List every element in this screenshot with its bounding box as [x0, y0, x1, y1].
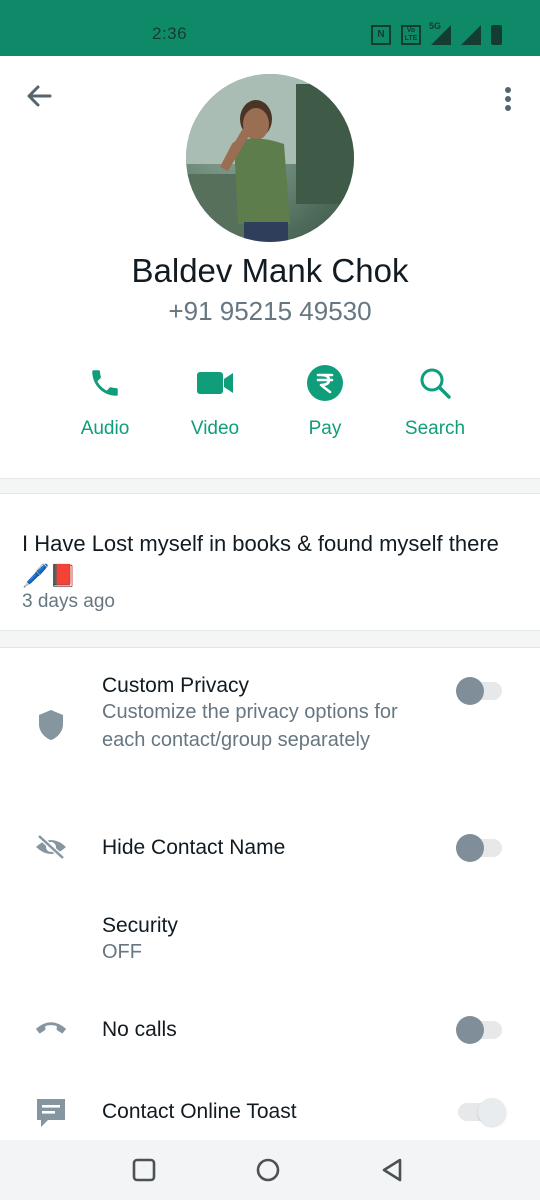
contact-phone: +91 95215 49530 — [168, 296, 372, 326]
hide-contact-name-row[interactable]: Hide Contact Name — [0, 816, 540, 880]
video-camera-icon — [197, 372, 233, 394]
triangle-back-icon — [382, 1158, 402, 1182]
search-icon — [420, 368, 451, 399]
no-calls-title: No calls — [102, 1018, 177, 1041]
message-icon — [34, 1096, 68, 1130]
audio-label: Audio — [80, 418, 130, 439]
contact-online-toast-toggle[interactable] — [458, 1098, 506, 1126]
status-icons: N Vo LTE 5G — [371, 21, 502, 45]
back-button[interactable] — [22, 78, 58, 114]
avatar[interactable] — [186, 74, 354, 242]
search-button[interactable]: Search — [380, 362, 490, 440]
security-row[interactable]: Security OFF — [0, 898, 540, 978]
hide-contact-name-toggle[interactable] — [456, 834, 502, 862]
about-section[interactable]: I Have Lost myself in books & found myse… — [0, 496, 540, 630]
contact-online-toast-row[interactable]: Contact Online Toast — [0, 1080, 540, 1140]
custom-privacy-title: Custom Privacy — [102, 674, 250, 697]
network-label: 5G — [429, 21, 442, 31]
call-end-icon — [34, 1010, 68, 1044]
pay-button[interactable]: Pay — [270, 362, 380, 440]
system-navigation-bar — [0, 1140, 540, 1200]
about-timestamp: 3 days ago — [22, 591, 115, 612]
phone-icon — [92, 370, 118, 396]
search-label: Search — [404, 418, 466, 439]
back-nav-button[interactable] — [378, 1156, 406, 1184]
back-arrow-icon — [27, 85, 52, 107]
custom-privacy-row[interactable]: Custom Privacy Customize the privacy opt… — [0, 648, 540, 798]
video-label: Video — [190, 418, 240, 439]
home-button[interactable] — [254, 1156, 282, 1184]
hide-contact-name-title: Hide Contact Name — [102, 836, 286, 859]
rupee-icon — [307, 365, 343, 401]
quick-actions: Audio Video Pay Search — [50, 362, 490, 440]
status-time: 2:36 — [152, 24, 188, 43]
status-bar: 2:36 N Vo LTE 5G — [0, 0, 540, 56]
signal-5g-icon: 5G — [429, 21, 451, 45]
pay-label: Pay — [308, 418, 342, 439]
contact-name: Baldev Mank Chok — [131, 252, 409, 289]
profile-photo — [186, 74, 354, 242]
square-icon — [132, 1158, 156, 1182]
security-title: Security — [102, 914, 178, 937]
audio-call-button[interactable]: Audio — [50, 362, 160, 440]
contact-settings: Custom Privacy Customize the privacy opt… — [0, 648, 540, 1140]
custom-privacy-subtitle: Customize the privacy options for each c… — [102, 701, 398, 751]
custom-privacy-toggle[interactable] — [456, 677, 502, 705]
about-text: I Have Lost myself in books & found myse… — [22, 531, 499, 588]
more-vertical-icon — [505, 87, 511, 111]
recents-button[interactable] — [130, 1156, 158, 1184]
section-divider — [0, 630, 540, 648]
video-call-button[interactable]: Video — [160, 362, 270, 440]
contact-online-toast-title: Contact Online Toast — [102, 1100, 297, 1123]
shield-icon — [34, 708, 68, 742]
nfc-icon: N — [371, 25, 391, 45]
volte-icon: Vo LTE — [401, 25, 421, 45]
eye-off-icon — [34, 830, 68, 864]
battery-icon — [491, 25, 502, 45]
signal-icon — [461, 25, 481, 45]
circle-icon — [256, 1158, 280, 1182]
no-calls-toggle[interactable] — [456, 1016, 502, 1044]
section-divider — [0, 478, 540, 494]
profile-header: Baldev Mank Chok +91 95215 49530 Audio V… — [0, 56, 540, 478]
more-options-button[interactable] — [496, 80, 520, 116]
no-calls-row[interactable]: No calls — [0, 998, 540, 1062]
security-value: OFF — [102, 941, 142, 963]
